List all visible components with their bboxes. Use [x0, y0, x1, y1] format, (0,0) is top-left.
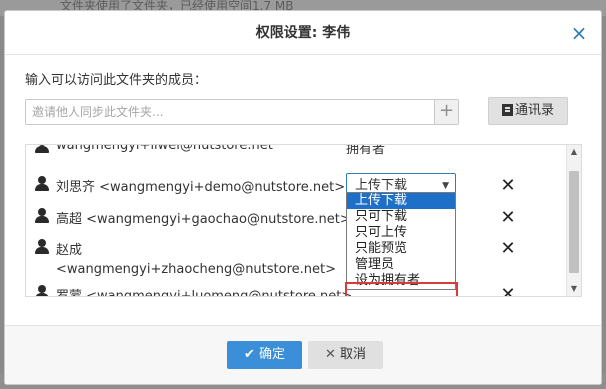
contacts-button[interactable]: 通讯录 — [488, 97, 568, 125]
member-name: wangmengyi+liwei@nutstore.net — [56, 144, 273, 153]
person-icon — [35, 208, 49, 223]
dialog-title: 权限设置: 李伟 — [255, 25, 351, 41]
person-icon — [35, 176, 49, 191]
permission-option[interactable]: 上传下载 — [347, 193, 455, 209]
permission-option[interactable]: 只可上传 — [347, 225, 455, 241]
invite-label: 输入可以访问此文件夹的成员： — [25, 73, 208, 88]
invite-input[interactable] — [26, 100, 432, 124]
member-name: 罗蒙 <wangmengyi+luomeng@nutstore.net> — [56, 289, 353, 297]
member-list: wangmengyi+liwei@nutstore.net 拥有者 刘思齐 <w… — [25, 144, 582, 297]
member-row: wangmengyi+liwei@nutstore.net 拥有者 — [26, 144, 566, 159]
dialog-footer: ✔ 确定 ✕ 取消 — [5, 325, 601, 384]
address-book-icon — [501, 104, 513, 116]
remove-member-icon[interactable]: ✕ — [500, 240, 516, 258]
permission-dropdown: 上传下载 只可下载 只可上传 只能预览 管理员 设为拥有者 — [346, 192, 456, 290]
close-icon: ✕ — [325, 347, 336, 362]
member-row: 刘思齐 <wangmengyi+demo@nutstore.net> ✕ — [26, 173, 566, 199]
add-member-button[interactable]: + — [434, 100, 458, 124]
permission-option[interactable]: 管理员 — [347, 257, 455, 273]
member-name: 刘思齐 <wangmengyi+demo@nutstore.net> — [56, 180, 346, 195]
remove-member-icon[interactable]: ✕ — [500, 177, 516, 195]
cancel-button[interactable]: ✕ 取消 — [308, 341, 383, 369]
member-row: 罗蒙 <wangmengyi+luomeng@nutstore.net> ✕ — [26, 284, 566, 297]
highlight-annotation — [345, 282, 458, 296]
person-icon — [35, 145, 49, 153]
close-icon[interactable]: × — [567, 21, 591, 45]
permission-option[interactable]: 只能预览 — [347, 241, 455, 257]
dialog-header: 权限设置: 李伟 × — [5, 11, 601, 55]
member-name: 赵成 — [56, 243, 83, 258]
member-email: <wangmengyi+zhaocheng@nutstore.net> — [56, 262, 337, 277]
check-icon: ✔ — [244, 347, 255, 362]
person-icon — [35, 239, 49, 254]
member-name: 高超 <wangmengyi+gaochao@nutstore.net> — [56, 212, 351, 227]
member-row: 高超 <wangmengyi+gaochao@nutstore.net> ✕ — [26, 206, 566, 230]
confirm-button[interactable]: ✔ 确定 — [227, 341, 302, 369]
person-icon — [35, 285, 49, 296]
member-list-scrollbar[interactable]: ▲ ▼ — [566, 145, 581, 296]
member-row: 赵成 <wangmengyi+zhaocheng@nutstore.net> ✕ — [26, 237, 566, 281]
permission-select-value: 上传下载 — [355, 178, 408, 193]
contacts-button-label: 通讯录 — [514, 103, 554, 118]
invite-input-group: + — [25, 99, 459, 125]
permission-dialog: 权限设置: 李伟 × 输入可以访问此文件夹的成员： + 通讯录 wangmeng… — [4, 10, 602, 385]
scroll-up-icon[interactable]: ▲ — [567, 145, 581, 159]
scrollbar-thumb[interactable] — [569, 171, 579, 273]
remove-member-icon[interactable]: ✕ — [500, 286, 516, 297]
scroll-down-icon[interactable]: ▼ — [567, 282, 581, 296]
cancel-button-label: 取消 — [339, 347, 366, 362]
confirm-button-label: 确定 — [258, 347, 285, 362]
member-role: 拥有者 — [346, 144, 386, 157]
remove-member-icon[interactable]: ✕ — [500, 209, 516, 227]
permission-option[interactable]: 只可下载 — [347, 209, 455, 225]
